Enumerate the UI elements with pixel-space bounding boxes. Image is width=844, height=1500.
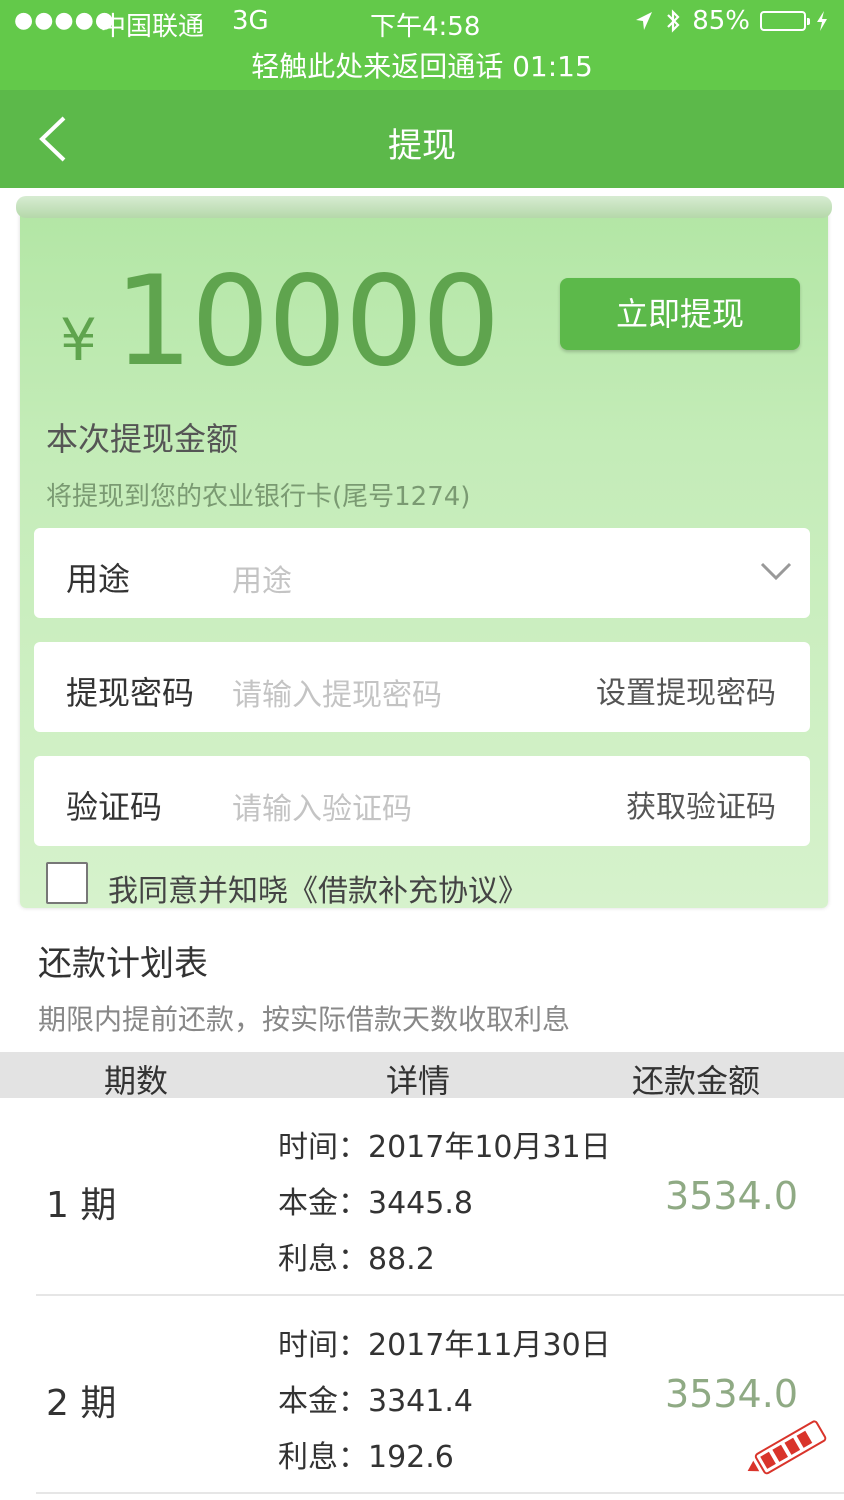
withdraw-card: ¥ 10000 立即提现 本次提现金额 将提现到您的农业银行卡(尾号1274) …	[16, 196, 832, 910]
row-principal: 本金：3445.8	[278, 1186, 473, 1221]
row-amount: 3534.0	[665, 1372, 798, 1416]
purpose-select[interactable]: 用途 用途	[34, 528, 810, 618]
chevron-down-icon[interactable]	[756, 550, 796, 590]
agreement-prefix: 我同意并知晓	[108, 874, 288, 909]
withdraw-amount: 10000	[114, 250, 500, 394]
watermark-logo	[747, 1420, 827, 1475]
verification-code-field[interactable]: 验证码 请输入验证码 获取验证码	[34, 756, 810, 846]
row-amount: 3534.0	[665, 1174, 798, 1218]
row-divider	[36, 1294, 844, 1296]
agreement-checkbox[interactable]	[46, 862, 88, 904]
row-time: 时间：2017年10月31日	[278, 1130, 611, 1165]
bank-card-note: 将提现到您的农业银行卡(尾号1274)	[46, 482, 471, 512]
table-row: 1 期 时间：2017年10月31日 本金：3445.8 利息：88.2 353…	[0, 1100, 844, 1296]
header-period: 期数	[104, 1062, 169, 1100]
row-principal: 本金：3341.4	[278, 1384, 473, 1419]
carrier-name: 中国联通	[100, 12, 205, 42]
status-right: 85%	[634, 6, 828, 36]
withdraw-now-button[interactable]: 立即提现	[560, 278, 800, 350]
table-row: 2 期 时间：2017年11月30日 本金：3341.4 利息：192.6 35…	[0, 1298, 844, 1494]
battery-percent: 85%	[692, 6, 750, 36]
charging-icon	[817, 11, 827, 31]
agreement-link[interactable]: 《借款补充协议》	[288, 874, 528, 909]
code-placeholder[interactable]: 请输入验证码	[232, 784, 412, 828]
row-divider	[36, 1492, 844, 1494]
set-password-link[interactable]: 设置提现密码	[596, 668, 776, 712]
withdraw-password-field[interactable]: 提现密码 请输入提现密码 设置提现密码	[34, 642, 810, 732]
return-to-call-banner[interactable]: 轻触此处来返回通话 01:15	[0, 48, 844, 90]
repayment-plan-subtitle: 期限内提前还款，按实际借款天数收取利息	[38, 1003, 571, 1036]
row-interest: 利息：88.2	[278, 1242, 435, 1277]
table-header: 期数 详情 还款金额	[0, 1052, 844, 1100]
location-arrow-icon	[636, 12, 653, 30]
header-amount: 还款金额	[632, 1062, 761, 1100]
page-title: 提现	[388, 126, 456, 166]
status-bar: ●●●●● 中国联通 3G 下午4:58 85%	[0, 0, 844, 48]
header-detail: 详情	[386, 1062, 451, 1100]
nav-bar: 提现	[0, 90, 844, 188]
network-type: 3G	[232, 6, 269, 36]
row-time: 时间：2017年11月30日	[278, 1328, 611, 1363]
card-roll-decoration	[16, 196, 832, 218]
currency-symbol: ¥	[60, 306, 97, 374]
agreement-text: 我同意并知晓《借款补充协议》	[108, 866, 528, 910]
row-period: 1 期	[46, 1185, 117, 1226]
bluetooth-icon	[667, 9, 680, 33]
amount-caption: 本次提现金额	[46, 420, 239, 458]
row-interest: 利息：192.6	[278, 1440, 454, 1475]
code-label: 验证码	[66, 788, 163, 826]
password-placeholder[interactable]: 请输入提现密码	[232, 670, 442, 714]
get-code-button[interactable]: 获取验证码	[626, 782, 776, 826]
password-label: 提现密码	[66, 674, 195, 712]
battery-icon	[760, 11, 810, 31]
purpose-label: 用途	[66, 560, 131, 598]
purpose-placeholder: 用途	[232, 564, 292, 599]
status-time: 下午4:58	[370, 12, 481, 42]
repayment-plan-title: 还款计划表	[38, 944, 208, 984]
row-period: 2 期	[46, 1383, 117, 1424]
